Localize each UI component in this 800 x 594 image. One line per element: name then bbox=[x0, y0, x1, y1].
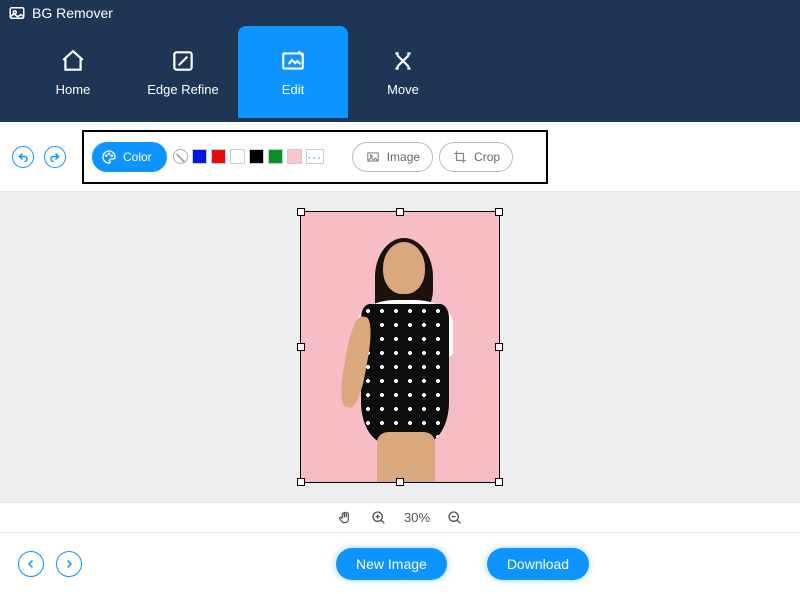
undo-button[interactable] bbox=[12, 146, 34, 168]
download-button[interactable]: Download bbox=[487, 548, 589, 580]
resize-handle[interactable] bbox=[495, 208, 503, 216]
nav-label: Edge Refine bbox=[147, 82, 219, 97]
resize-handle[interactable] bbox=[396, 208, 404, 216]
nav-label: Home bbox=[56, 82, 91, 97]
resize-handle[interactable] bbox=[297, 478, 305, 486]
app-title: BG Remover bbox=[32, 5, 113, 21]
color-label: Color bbox=[123, 150, 152, 164]
zoom-level: 30% bbox=[404, 510, 430, 525]
color-swatches: ··· bbox=[173, 149, 324, 164]
nav-label: Move bbox=[387, 82, 419, 97]
swatch-more[interactable]: ··· bbox=[306, 149, 324, 164]
swatch-pink[interactable] bbox=[287, 149, 302, 164]
zoom-bar: 30% bbox=[0, 502, 800, 532]
color-tool-button[interactable]: Color bbox=[92, 142, 167, 172]
resize-handle[interactable] bbox=[396, 478, 404, 486]
nav-label: Edit bbox=[282, 82, 304, 97]
resize-handle[interactable] bbox=[495, 343, 503, 351]
footer: New Image Download bbox=[0, 532, 800, 594]
crop-icon bbox=[452, 149, 468, 165]
image-label: Image bbox=[387, 150, 420, 164]
swatch-blue[interactable] bbox=[192, 149, 207, 164]
crop-label: Crop bbox=[474, 150, 500, 164]
app-logo-icon bbox=[8, 4, 26, 22]
palette-icon bbox=[101, 149, 117, 165]
nav-edit[interactable]: Edit bbox=[238, 26, 348, 118]
image-icon bbox=[365, 149, 381, 165]
swatch-red[interactable] bbox=[211, 149, 226, 164]
swatch-none[interactable] bbox=[173, 149, 188, 164]
swatch-black[interactable] bbox=[249, 149, 264, 164]
pan-icon[interactable] bbox=[336, 509, 354, 527]
zoom-out-icon[interactable] bbox=[446, 509, 464, 527]
edit-icon bbox=[280, 48, 306, 74]
image-background bbox=[301, 212, 499, 482]
canvas-area[interactable] bbox=[0, 192, 800, 502]
nav-move[interactable]: Move bbox=[348, 26, 458, 118]
home-icon bbox=[60, 48, 86, 74]
resize-handle[interactable] bbox=[297, 208, 305, 216]
resize-handle[interactable] bbox=[495, 478, 503, 486]
title-bar: BG Remover bbox=[0, 0, 800, 26]
swatch-white[interactable] bbox=[230, 149, 245, 164]
nav-edge-refine[interactable]: Edge Refine bbox=[128, 26, 238, 118]
resize-handle[interactable] bbox=[297, 343, 305, 351]
subject-person bbox=[339, 242, 469, 482]
zoom-in-icon[interactable] bbox=[370, 509, 388, 527]
toolbar: Color ··· Image Crop bbox=[0, 122, 800, 192]
redo-button[interactable] bbox=[44, 146, 66, 168]
edit-toolbar-box: Color ··· Image Crop bbox=[82, 130, 548, 184]
crop-tool-button[interactable]: Crop bbox=[439, 142, 513, 172]
nav-home[interactable]: Home bbox=[18, 26, 128, 118]
main-nav: Home Edge Refine Edit Move bbox=[0, 26, 800, 118]
move-icon bbox=[390, 48, 416, 74]
image-selection[interactable] bbox=[300, 211, 500, 483]
new-image-button[interactable]: New Image bbox=[336, 548, 447, 580]
edge-refine-icon bbox=[170, 48, 196, 74]
image-tool-button[interactable]: Image bbox=[352, 142, 433, 172]
next-button[interactable] bbox=[56, 551, 82, 577]
prev-button[interactable] bbox=[18, 551, 44, 577]
swatch-green[interactable] bbox=[268, 149, 283, 164]
